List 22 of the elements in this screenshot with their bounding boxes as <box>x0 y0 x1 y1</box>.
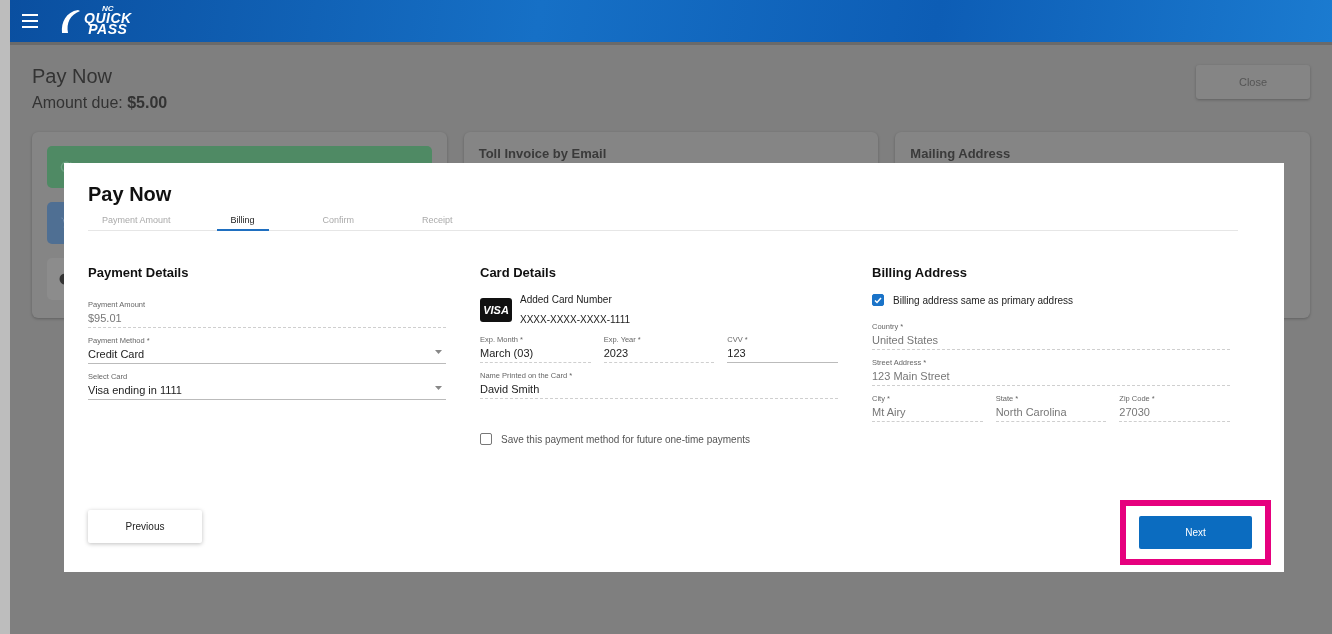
card-title: Mailing Address <box>910 146 1012 161</box>
section-title: Payment Details <box>88 265 190 280</box>
logo: NC QUICK PASS <box>60 5 132 37</box>
menu-button[interactable] <box>22 14 38 28</box>
caret-icon <box>435 386 442 390</box>
section-title: Billing Address <box>872 265 968 280</box>
card-brand-logo: VISA <box>480 297 512 322</box>
dialog-title: Pay Now <box>88 183 173 207</box>
page-title: Pay Now <box>32 65 114 88</box>
card-label: Added Card Number <box>520 294 613 305</box>
checkbox-label: Save this payment method for future one-time payments <box>501 433 750 445</box>
step-tab[interactable]: Billing <box>216 215 269 231</box>
checkbox[interactable] <box>872 294 884 306</box>
next-button[interactable]: Next <box>1139 516 1252 549</box>
card-title: Toll Invoice by Email <box>478 146 608 161</box>
caret-icon <box>435 350 442 354</box>
checkbox[interactable] <box>480 433 492 445</box>
previous-button[interactable]: Previous <box>88 509 202 543</box>
section-title: Card Details <box>480 265 557 280</box>
amount-due: Amount due: $5.00 <box>32 94 168 112</box>
checkbox-label: Billing address same as primary address <box>893 294 1074 306</box>
card-number: XXXX-XXXX-XXXX-1111 <box>520 314 631 325</box>
